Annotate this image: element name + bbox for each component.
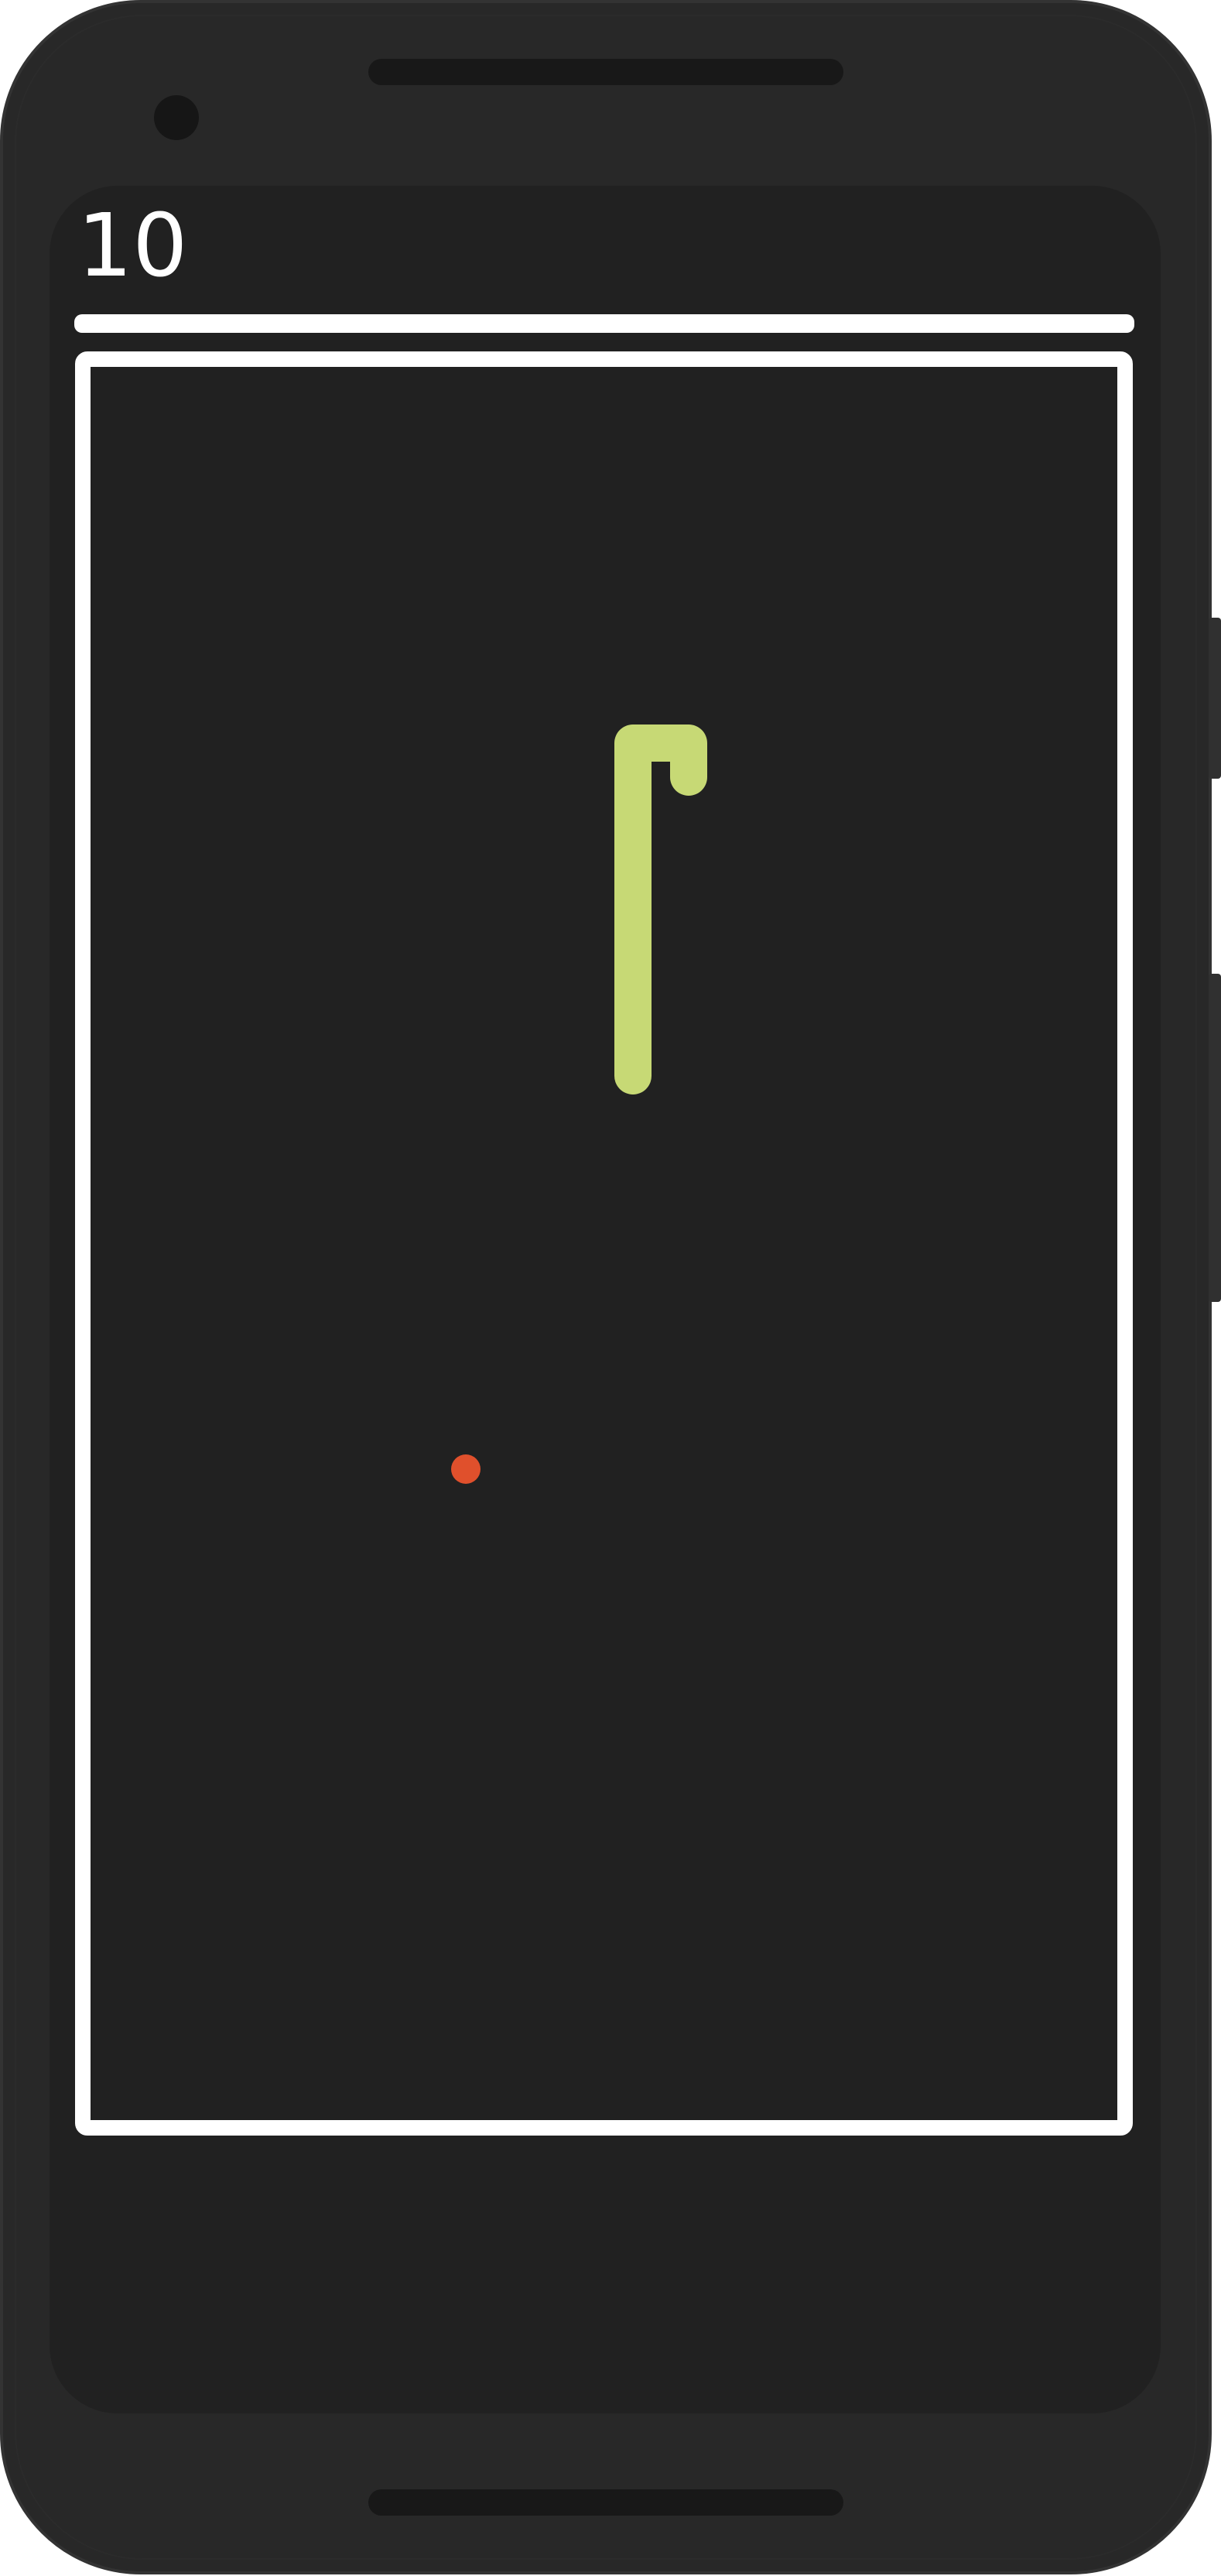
snake-inner-gap bbox=[652, 762, 670, 793]
score-display: 10 bbox=[77, 196, 188, 296]
power-button[interactable] bbox=[1209, 974, 1221, 1302]
phone-scene: 10 bbox=[0, 0, 1221, 2574]
score-divider bbox=[74, 314, 1134, 333]
bottom-speaker bbox=[368, 2489, 843, 2516]
screen bbox=[50, 186, 1161, 2413]
volume-button[interactable] bbox=[1209, 618, 1221, 779]
food-pellet bbox=[451, 1454, 481, 1484]
top-speaker bbox=[368, 59, 843, 85]
front-camera bbox=[154, 95, 199, 140]
